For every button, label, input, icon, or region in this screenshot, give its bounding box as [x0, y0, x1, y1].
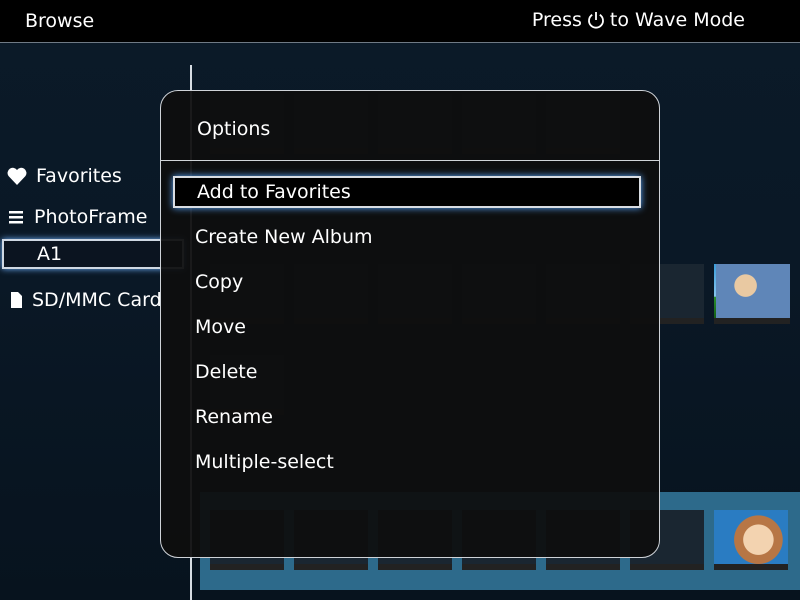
top-bar: Browse Press to Wave Mode: [0, 0, 800, 43]
dialog-divider: [161, 160, 659, 161]
option-label: Create New Album: [195, 226, 373, 248]
heart-icon: [7, 167, 27, 185]
hint-suffix: to Wave Mode: [609, 9, 745, 31]
option-multiple-select[interactable]: Multiple-select: [195, 446, 334, 478]
card-icon: [11, 292, 22, 308]
option-create-new-album[interactable]: Create New Album: [195, 221, 373, 253]
page-title: Browse: [25, 10, 95, 32]
dialog-title: Options: [197, 118, 271, 140]
option-delete[interactable]: Delete: [195, 356, 257, 388]
sidebar-item-sd-card[interactable]: SD/MMC Card: [8, 282, 162, 318]
thumbnail[interactable]: [714, 510, 788, 570]
thumbnail[interactable]: [716, 264, 790, 324]
option-copy[interactable]: Copy: [195, 266, 243, 298]
options-dialog: Options Add to Favorites Create New Albu…: [160, 90, 660, 558]
list-icon: [9, 211, 23, 224]
option-label: Multiple-select: [195, 451, 334, 473]
option-label: Add to Favorites: [197, 181, 351, 203]
sidebar-item-label: Favorites: [36, 165, 122, 187]
sidebar-item-label: PhotoFrame: [34, 206, 148, 228]
sidebar-item-label: A1: [37, 243, 63, 265]
wave-mode-hint: Press to Wave Mode: [532, 9, 745, 31]
option-label: Move: [195, 316, 246, 338]
option-label: Rename: [195, 406, 273, 428]
option-label: Delete: [195, 361, 258, 383]
power-icon: [588, 12, 604, 29]
sidebar-item-photoframe[interactable]: PhotoFrame: [8, 199, 147, 235]
option-rename[interactable]: Rename: [195, 401, 273, 433]
sidebar-item-favorites[interactable]: Favorites: [6, 158, 122, 194]
sidebar-item-a1[interactable]: A1: [2, 239, 184, 269]
sidebar-item-label: SD/MMC Card: [32, 289, 162, 311]
option-add-to-favorites[interactable]: Add to Favorites: [173, 176, 641, 208]
option-move[interactable]: Move: [195, 311, 246, 343]
option-label: Copy: [195, 271, 244, 293]
hint-prefix: Press: [531, 9, 582, 31]
